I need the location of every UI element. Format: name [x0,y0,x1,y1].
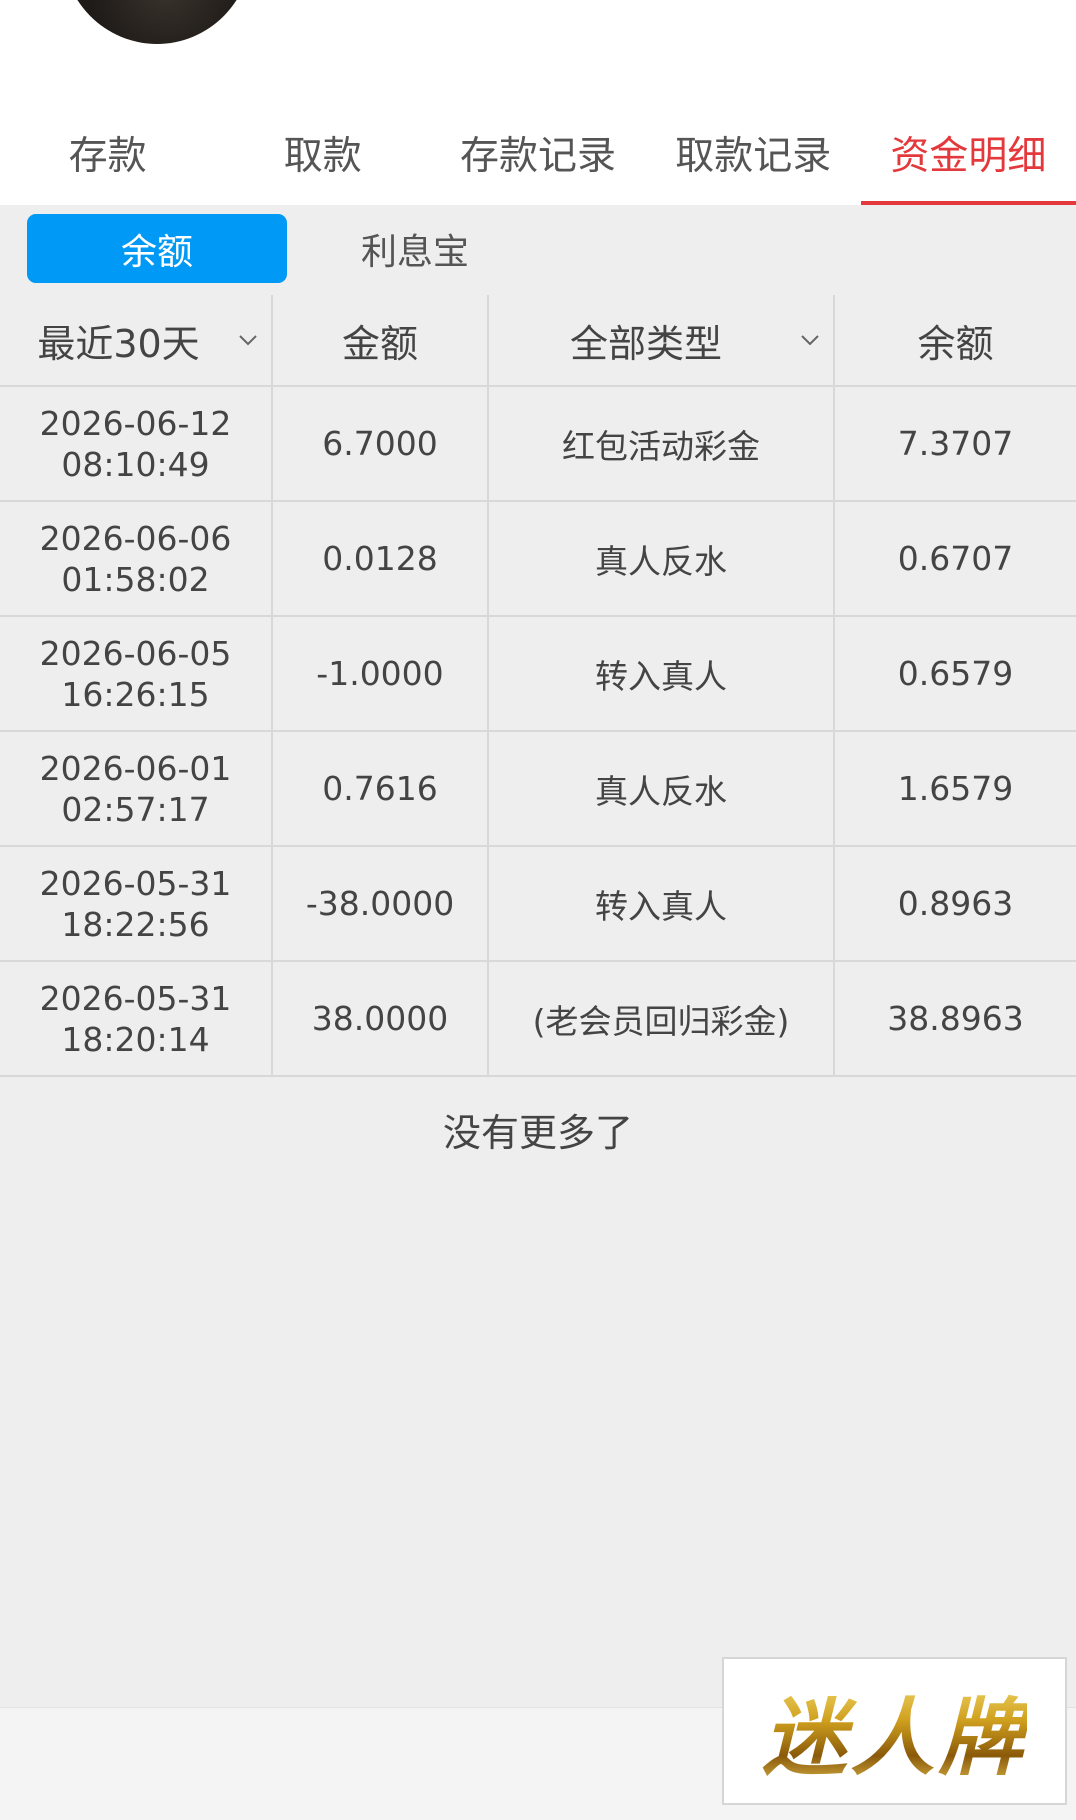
balance-cell: 0.8963 [897,884,1014,923]
time-text: 08:10:49 [61,444,210,484]
balance-cell: 7.3707 [897,424,1014,463]
amount-cell: 6.7000 [273,387,489,500]
sub-tab-interest[interactable]: 利息宝 [285,214,545,283]
table-header: 最近30天 金额 全部类型 余额 [0,295,1076,387]
type-cell: 转入真人 [489,847,835,960]
type-cell: (老会员回归彩金) [489,962,835,1075]
type-cell: 真人反水 [489,502,835,615]
type-filter-dropdown[interactable]: 全部类型 [489,295,835,385]
main-tabs: 存款 取款 存款记录 取款记录 资金明细 [0,100,1076,205]
time-text: 02:57:17 [61,789,210,829]
chevron-down-icon [239,335,257,346]
table-row: 2026-05-31 18:22:56 -38.0000 转入真人 0.8963 [0,847,1076,962]
time-text: 18:20:14 [61,1019,210,1059]
balance-cell: 0.6579 [897,654,1014,693]
time-text: 16:26:15 [61,674,210,714]
time-text: 18:22:56 [61,904,210,944]
tab-deposit[interactable]: 存款 [0,100,215,205]
date-text: 2026-06-05 [39,633,232,673]
type-cell: 红包活动彩金 [489,387,835,500]
date-cell: 2026-06-05 16:26:15 [0,617,273,730]
amount-cell: 38.0000 [273,962,489,1075]
balance-cell: 0.6707 [897,539,1014,578]
date-cell: 2026-05-31 18:20:14 [0,962,273,1075]
top-header: 存款 取款 存款记录 取款记录 资金明细 [0,0,1076,205]
amount-header-label: 金额 [341,321,418,366]
amount-cell: 0.7616 [273,732,489,845]
amount-cell: -1.0000 [273,617,489,730]
table-row: 2026-05-31 18:20:14 38.0000 (老会员回归彩金) 38… [0,962,1076,1077]
time-text: 01:58:02 [61,559,210,599]
balance-column-header: 余额 [835,295,1076,385]
chevron-down-icon [801,335,819,346]
sub-tabs: 余额 利息宝 [0,205,1076,295]
table-row: 2026-06-05 16:26:15 -1.0000 转入真人 0.6579 [0,617,1076,732]
sub-tab-balance[interactable]: 余额 [27,214,287,283]
type-cell: 真人反水 [489,732,835,845]
date-cell: 2026-05-31 18:22:56 [0,847,273,960]
type-filter-label: 全部类型 [569,321,722,366]
period-filter-dropdown[interactable]: 最近30天 [0,295,273,385]
watermark-logo: 迷人牌 [722,1657,1067,1805]
amount-column-header: 金额 [273,295,489,385]
no-more-message: 没有更多了 [442,1111,633,1155]
balance-cell: 38.8963 [887,999,1024,1038]
date-cell: 2026-06-12 08:10:49 [0,387,273,500]
date-cell: 2026-06-01 02:57:17 [0,732,273,845]
period-filter-label: 最近30天 [37,321,200,366]
amount-cell: -38.0000 [273,847,489,960]
date-text: 2026-06-12 [39,403,232,443]
date-text: 2026-05-31 [39,863,232,903]
avatar[interactable] [62,0,252,44]
date-text: 2026-06-06 [39,518,232,558]
amount-cell: 0.0128 [273,502,489,615]
tab-deposit-records[interactable]: 存款记录 [430,100,645,205]
date-text: 2026-06-01 [39,748,232,788]
date-text: 2026-05-31 [39,978,232,1018]
tab-fund-details[interactable]: 资金明细 [860,100,1076,205]
type-cell: 转入真人 [489,617,835,730]
fund-details-table: 最近30天 金额 全部类型 余额 2026-06-12 08:10:49 6.7… [0,295,1076,1077]
watermark-logo-text: 迷人牌 [762,1671,1026,1792]
tab-withdraw-records[interactable]: 取款记录 [646,100,861,205]
tab-withdraw[interactable]: 取款 [215,100,430,205]
balance-header-label: 余额 [917,321,994,366]
table-row: 2026-06-06 01:58:02 0.0128 真人反水 0.6707 [0,502,1076,617]
table-row: 2026-06-01 02:57:17 0.7616 真人反水 1.6579 [0,732,1076,847]
date-cell: 2026-06-06 01:58:02 [0,502,273,615]
balance-cell: 1.6579 [897,769,1014,808]
table-row: 2026-06-12 08:10:49 6.7000 红包活动彩金 7.3707 [0,387,1076,502]
